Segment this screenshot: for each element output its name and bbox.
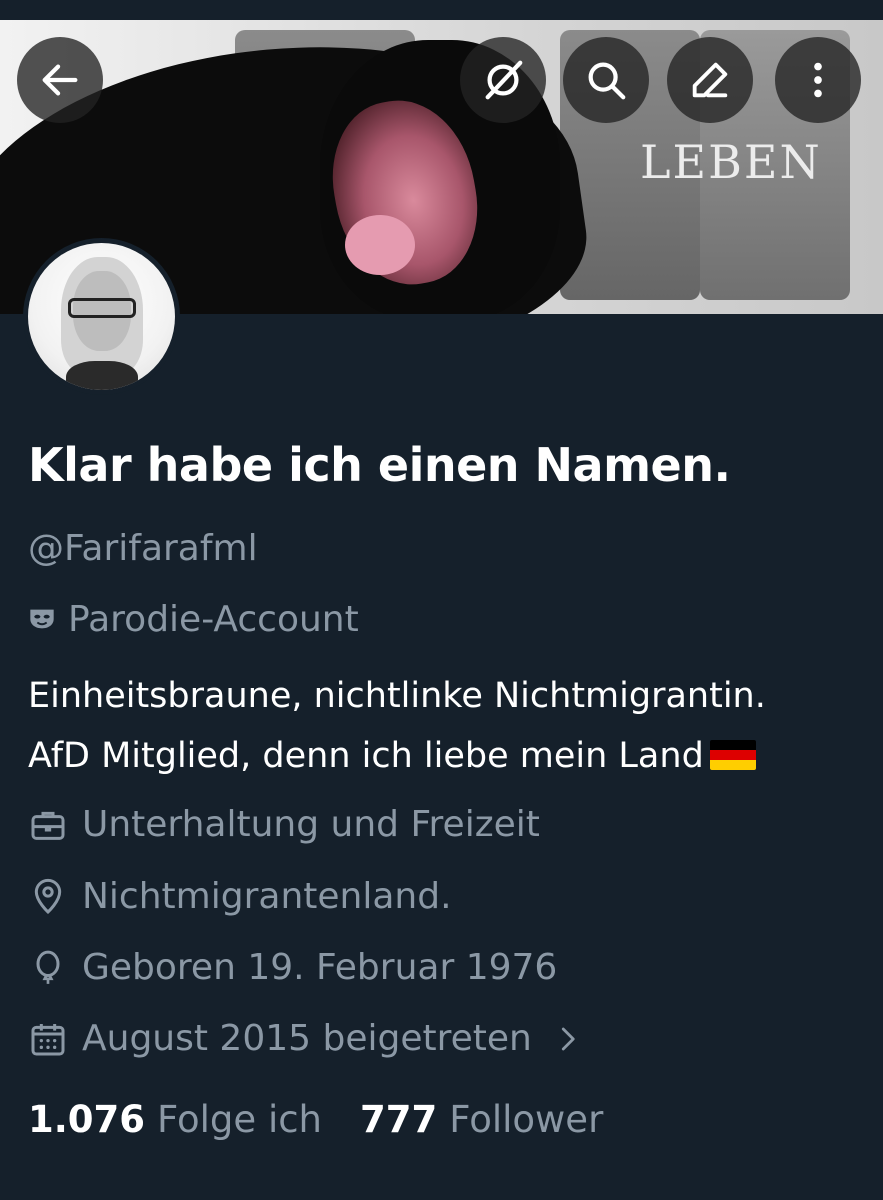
grok-button[interactable] [460, 37, 546, 123]
calendar-icon [31, 1023, 65, 1055]
followers-count: 777 [360, 1098, 438, 1141]
search-icon [588, 62, 626, 100]
bio-line: Einheitsbraune, nichtlinke Nichtmigranti… [28, 676, 766, 716]
bio-line: AfD Mitglied, denn ich liebe mein Land [28, 736, 704, 776]
profile-bio: Einheitsbraune, nichtlinke Nichtmigranti… [28, 666, 883, 786]
banner-sign-text: LEBEN [640, 135, 822, 189]
parody-label: Parodie-Account [28, 597, 359, 641]
avatar-photo [28, 243, 175, 390]
chevron-right-icon [561, 1027, 575, 1050]
following-label: Folge ich [157, 1098, 323, 1141]
briefcase-icon [31, 811, 65, 840]
status-bar [0, 0, 883, 20]
followers-label: Follower [449, 1098, 604, 1141]
display-name: Klar habe ich einen Namen. [28, 438, 731, 492]
follow-stats: 1.076 Folge ich 777 Follower [28, 1098, 603, 1141]
joined-text: August 2015 beigetreten [82, 1018, 532, 1059]
location-pin-icon [34, 878, 62, 914]
germany-flag-icon [709, 740, 756, 770]
parody-label-text: Parodie-Account [68, 598, 359, 640]
grok-icon [485, 60, 523, 100]
banner-cat-tongue [345, 215, 415, 275]
profile-joined[interactable]: August 2015 beigetreten [28, 1018, 582, 1059]
pencil-icon [692, 62, 728, 98]
following-link[interactable]: 1.076 Folge ich [28, 1098, 322, 1141]
bio-line-with-flag: AfD Mitglied, denn ich liebe mein Land [28, 726, 883, 786]
parody-mask-icon [30, 609, 54, 629]
edit-button[interactable] [667, 37, 753, 123]
followers-link[interactable]: 777 Follower [360, 1098, 603, 1141]
profile-birthday: Geboren 19. Februar 1976 [28, 947, 557, 988]
more-options-button[interactable] [775, 37, 861, 123]
profile-location: Nichtmigrantenland. [28, 876, 452, 917]
user-handle: @Farifarafml [28, 528, 258, 569]
birthday-text: Geboren 19. Februar 1976 [82, 947, 558, 988]
profile-avatar[interactable] [23, 238, 180, 395]
more-vertical-icon [814, 62, 822, 98]
arrow-left-icon [42, 64, 78, 96]
category-text: Unterhaltung und Freizeit [82, 804, 540, 845]
profile-category: Unterhaltung und Freizeit [28, 804, 540, 845]
following-count: 1.076 [28, 1098, 146, 1141]
back-button[interactable] [17, 37, 103, 123]
search-button[interactable] [563, 37, 649, 123]
location-text: Nichtmigrantenland. [82, 876, 452, 917]
balloon-icon [36, 950, 60, 984]
